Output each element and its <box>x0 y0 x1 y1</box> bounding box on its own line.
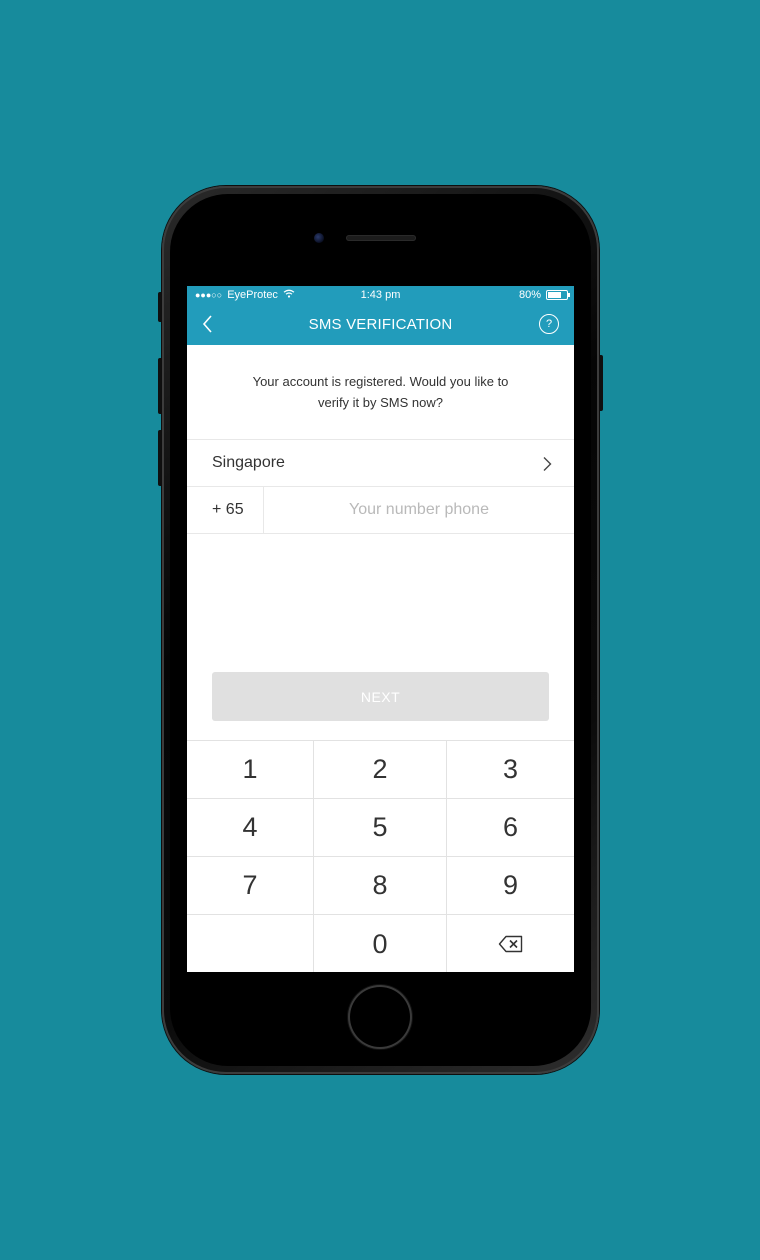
key-4[interactable]: 4 <box>187 799 314 857</box>
key-empty <box>187 915 314 972</box>
help-icon: ? <box>545 318 553 330</box>
key-8[interactable]: 8 <box>314 857 447 915</box>
key-9[interactable]: 9 <box>447 857 574 915</box>
help-button[interactable]: ? <box>539 314 559 334</box>
back-button[interactable] <box>199 313 217 335</box>
battery-icon <box>546 289 570 300</box>
country-code-label: + 65 <box>212 501 244 518</box>
app-screen: ●●●○○ EyeProtec 1:43 pm 80% SMS VERIFICA… <box>187 286 574 972</box>
chevron-left-icon <box>202 315 212 333</box>
battery-fill <box>548 291 561 298</box>
page-title: SMS VERIFICATION <box>308 315 453 333</box>
key-1[interactable]: 1 <box>187 741 314 799</box>
home-button[interactable] <box>350 987 410 1047</box>
key-5[interactable]: 5 <box>314 799 447 857</box>
status-bar: ●●●○○ EyeProtec 1:43 pm 80% <box>187 286 574 303</box>
key-2[interactable]: 2 <box>314 741 447 799</box>
key-3[interactable]: 3 <box>447 741 574 799</box>
country-selector[interactable]: Singapore <box>187 440 574 487</box>
next-button-label: NEXT <box>360 688 401 705</box>
earpiece-speaker <box>346 235 416 241</box>
nav-bar: SMS VERIFICATION ? <box>187 303 574 345</box>
phone-row: + 65 <box>187 487 574 534</box>
status-time: 1:43 pm <box>360 288 401 301</box>
backspace-icon <box>498 935 522 953</box>
next-button[interactable]: NEXT <box>212 672 549 721</box>
key-0[interactable]: 0 <box>314 915 447 972</box>
numeric-keypad: 1 2 3 4 5 6 7 8 9 0 <box>187 740 574 972</box>
phone-number-input[interactable] <box>264 500 574 520</box>
front-camera <box>314 233 324 243</box>
verification-message: Your account is registered. Would you li… <box>187 345 574 440</box>
country-label: Singapore <box>212 454 285 471</box>
country-code[interactable]: + 65 <box>187 487 264 533</box>
chevron-right-icon <box>543 457 552 471</box>
key-6[interactable]: 6 <box>447 799 574 857</box>
key-7[interactable]: 7 <box>187 857 314 915</box>
backspace-key[interactable] <box>447 915 574 972</box>
